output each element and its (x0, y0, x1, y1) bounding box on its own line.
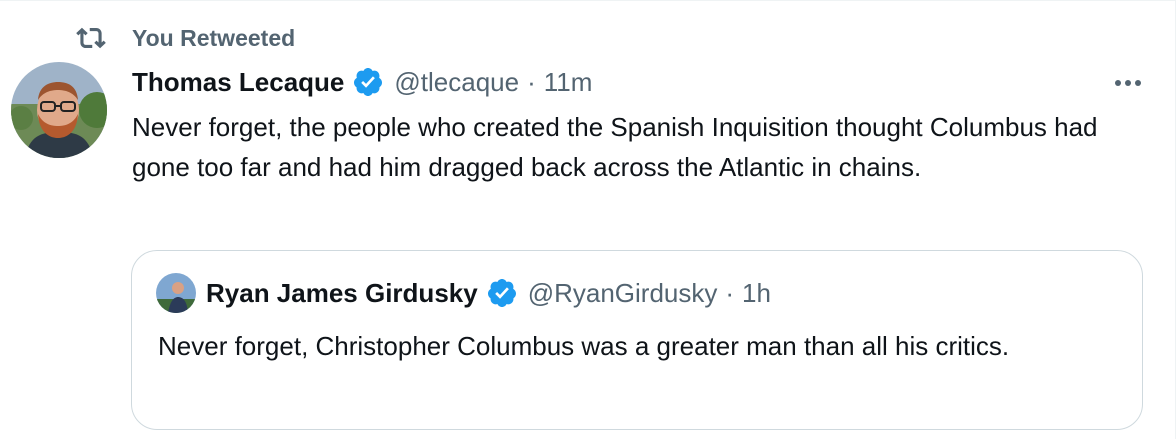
quoted-tweet-timestamp[interactable]: 1h (742, 276, 771, 310)
separator-dot: · (527, 67, 536, 97)
tweet-card[interactable]: You Retweeted Thomas Lecaque @tlecaque ·… (0, 0, 1176, 439)
quoted-tweet[interactable]: Ryan James Girdusky @RyanGirdusky · 1h N… (131, 250, 1143, 430)
retweet-label: You Retweeted (132, 24, 296, 51)
quoted-tweet-header: Ryan James Girdusky @RyanGirdusky · 1h (156, 273, 771, 313)
more-icon[interactable] (1106, 67, 1150, 99)
tweet-text: Never forget, the people who created the… (132, 112, 1098, 182)
verified-badge-icon (354, 68, 383, 96)
quoted-author-name[interactable]: Ryan James Girdusky (206, 276, 478, 310)
author-handle[interactable]: @tlecaque (394, 65, 519, 99)
tweet-timestamp[interactable]: 11m (544, 65, 593, 99)
tweet-header: Thomas Lecaque @tlecaque · 11m (132, 65, 592, 99)
quoted-tweet-text: Never forget, Christopher Columbus was a… (158, 331, 1010, 361)
quoted-author-avatar (156, 273, 196, 313)
retweet-context: You Retweeted (76, 23, 295, 53)
author-avatar[interactable] (11, 62, 107, 158)
separator-dot: · (725, 278, 735, 308)
quoted-author-handle[interactable]: @RyanGirdusky (528, 276, 718, 310)
verified-badge-icon (487, 279, 516, 307)
retweet-icon (76, 23, 106, 53)
author-name[interactable]: Thomas Lecaque (132, 65, 344, 99)
